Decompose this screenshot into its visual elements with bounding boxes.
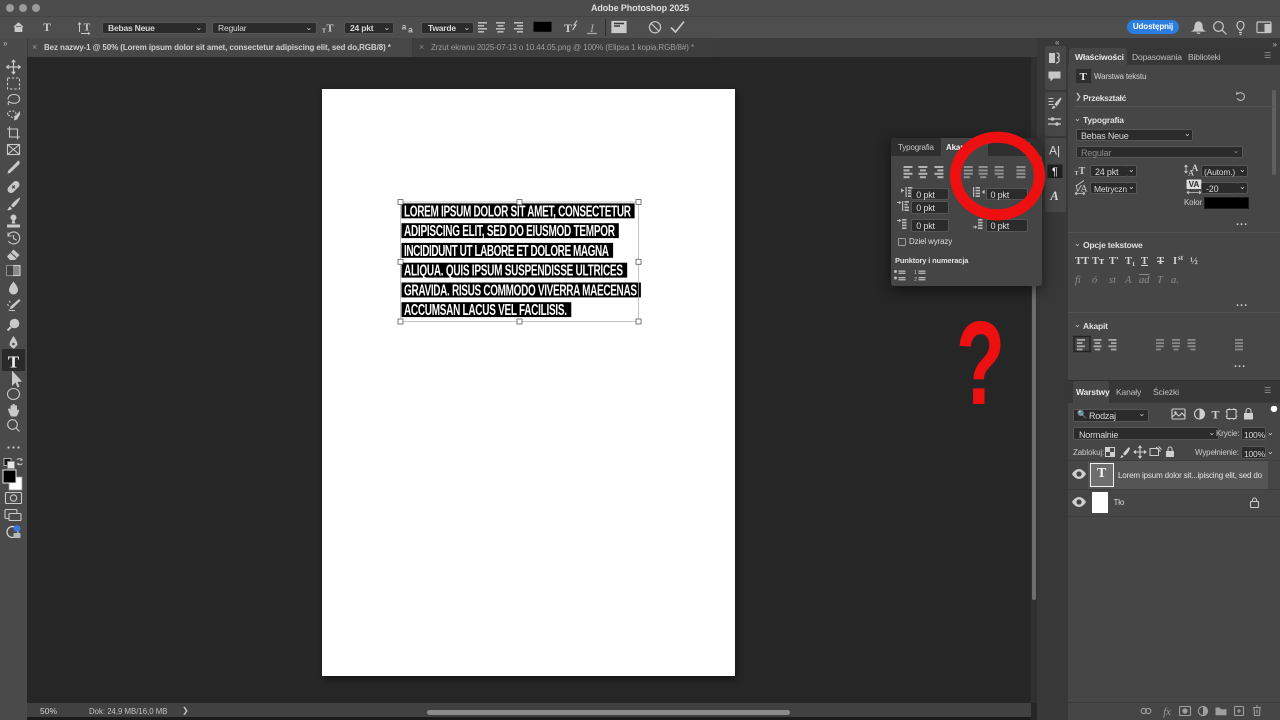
svg-text:?: ? — [956, 296, 1005, 430]
